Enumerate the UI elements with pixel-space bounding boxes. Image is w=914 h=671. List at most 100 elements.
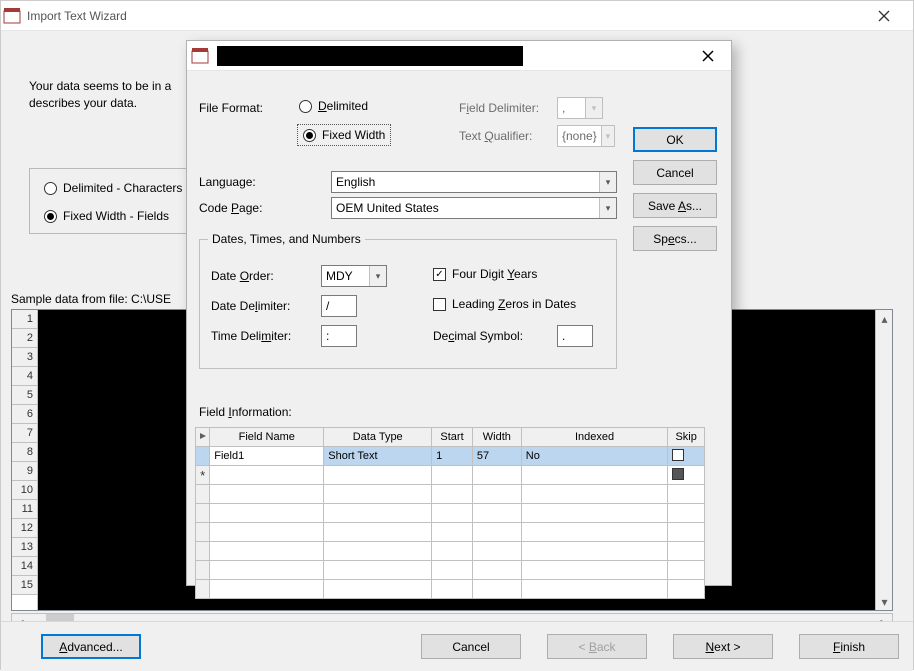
radio-delimited[interactable] [44, 182, 57, 195]
col-skip[interactable]: Skip [668, 428, 705, 447]
date-delimiter-label: Date Delimiter: [211, 299, 290, 313]
cell-empty[interactable] [210, 466, 324, 485]
import-spec-dialog: File Format: Delimited Fixed Width Field… [186, 40, 732, 586]
date-delimiter-input[interactable]: / [321, 295, 357, 317]
col-start[interactable]: Start [432, 428, 473, 447]
inner-cancel-button[interactable]: Cancel [633, 160, 717, 185]
inner-titlebar [187, 41, 731, 71]
grid-empty-row [196, 523, 705, 542]
leading-zeros-label: Leading Zeros in Dates [452, 297, 576, 311]
col-field-name[interactable]: Field Name [210, 428, 324, 447]
rownum: 2 [12, 329, 37, 348]
back-button: < Back [547, 634, 647, 659]
delimited-radio-row[interactable]: Delimited [299, 99, 368, 113]
col-indexed[interactable]: Indexed [521, 428, 668, 447]
row-selector[interactable] [196, 447, 210, 466]
decimal-symbol-label: Decimal Symbol: [433, 329, 523, 343]
cell-skip[interactable] [668, 466, 705, 485]
scroll-up-icon[interactable]: ▴ [876, 310, 893, 327]
wizard-button-bar: Advanced... Cancel < Back Next > Finish [1, 621, 913, 671]
new-row-selector[interactable]: * [196, 466, 210, 485]
side-buttons: OK Cancel Save As... Specs... [633, 127, 717, 251]
time-delimiter-label: Time Delimiter: [211, 329, 291, 343]
cell-data-type[interactable]: Short Text [324, 447, 432, 466]
rownum: 14 [12, 557, 37, 576]
cell-width[interactable]: 57 [472, 447, 521, 466]
file-format-label: File Format: [199, 101, 263, 115]
rownum: 9 [12, 462, 37, 481]
group-title: Dates, Times, and Numbers [208, 232, 365, 246]
finish-button[interactable]: Finish [799, 634, 899, 659]
fixed-width-radio-row[interactable]: Fixed Width [299, 126, 389, 144]
col-data-type[interactable]: Data Type [324, 428, 432, 447]
text-qualifier-select: {none}▾ [557, 125, 615, 147]
grid-new-row[interactable]: * [196, 466, 705, 485]
app-icon [3, 7, 21, 25]
cell-start[interactable]: 1 [432, 447, 473, 466]
radio-fixed[interactable] [44, 210, 57, 223]
vertical-scrollbar[interactable]: ▴ ▾ [875, 310, 892, 610]
ok-button[interactable]: OK [633, 127, 717, 152]
grid-empty-row [196, 504, 705, 523]
leading-zeros-row[interactable]: Leading Zeros in Dates [433, 297, 576, 311]
delimited-radio-label: Delimited [318, 99, 368, 113]
rownum: 6 [12, 405, 37, 424]
rownum: 4 [12, 367, 37, 386]
row-numbers: 1 2 3 4 5 6 7 8 9 10 11 12 13 14 15 [12, 310, 38, 610]
fixed-width-radio-label: Fixed Width [322, 128, 385, 142]
field-information-label: Field Information: [199, 405, 292, 419]
field-info-grid[interactable]: Field Name Data Type Start Width Indexed… [195, 427, 705, 599]
grid-header-row: Field Name Data Type Start Width Indexed… [196, 428, 705, 447]
cell-skip[interactable] [668, 447, 705, 466]
skip-checkbox[interactable] [672, 449, 684, 461]
grid-empty-row [196, 542, 705, 561]
time-delimiter-input[interactable]: : [321, 325, 357, 347]
four-digit-years-checkbox[interactable] [433, 268, 446, 281]
sample-data-label: Sample data from file: C:\USE [11, 292, 171, 306]
cancel-button[interactable]: Cancel [421, 634, 521, 659]
next-button[interactable]: Next > [673, 634, 773, 659]
chevron-down-icon: ▾ [585, 98, 602, 118]
specs-button[interactable]: Specs... [633, 226, 717, 251]
four-digit-years-row[interactable]: Four Digit Years [433, 267, 537, 281]
col-width[interactable]: Width [472, 428, 521, 447]
save-as-button[interactable]: Save As... [633, 193, 717, 218]
grid-row[interactable]: Field1 Short Text 1 57 No [196, 447, 705, 466]
grid-empty-row [196, 561, 705, 580]
cell-indexed[interactable]: No [521, 447, 668, 466]
rownum: 1 [12, 310, 37, 329]
rownum: 7 [12, 424, 37, 443]
chevron-down-icon[interactable]: ▾ [599, 172, 616, 192]
grid-empty-row [196, 580, 705, 599]
radio-fixed-label: Fixed Width - Fields [63, 209, 169, 223]
skip-checkbox[interactable] [672, 468, 684, 480]
language-select[interactable]: English▾ [331, 171, 617, 193]
date-order-label: Date Order: [211, 269, 274, 283]
scroll-down-icon[interactable]: ▾ [876, 593, 893, 610]
radio-delimited-label: Delimited - Characters [63, 181, 182, 195]
outer-title-text: Import Text Wizard [27, 9, 861, 23]
inner-body: File Format: Delimited Fixed Width Field… [187, 71, 731, 587]
text-qualifier-label: Text Qualifier: [459, 129, 532, 143]
fixed-width-radio[interactable] [303, 129, 316, 142]
rownum: 12 [12, 519, 37, 538]
advanced-button[interactable]: Advanced... [41, 634, 141, 659]
grid-empty-row [196, 485, 705, 504]
rownum: 15 [12, 576, 37, 595]
decimal-symbol-input[interactable]: . [557, 325, 593, 347]
delimited-radio[interactable] [299, 100, 312, 113]
field-delimiter-select: ,▾ [557, 97, 603, 119]
code-page-select[interactable]: OEM United States▾ [331, 197, 617, 219]
intro-line2: describes your data. [29, 95, 171, 112]
chevron-down-icon: ▾ [601, 126, 614, 146]
outer-close-button[interactable] [861, 1, 907, 31]
chevron-down-icon[interactable]: ▾ [369, 266, 386, 286]
language-label: Language: [199, 175, 256, 189]
cell-field-name[interactable]: Field1 [210, 447, 324, 466]
chevron-down-icon[interactable]: ▾ [599, 198, 616, 218]
inner-close-button[interactable] [685, 41, 731, 71]
leading-zeros-checkbox[interactable] [433, 298, 446, 311]
dialog-icon [191, 47, 209, 65]
date-order-select[interactable]: MDY▾ [321, 265, 387, 287]
rownum: 11 [12, 500, 37, 519]
